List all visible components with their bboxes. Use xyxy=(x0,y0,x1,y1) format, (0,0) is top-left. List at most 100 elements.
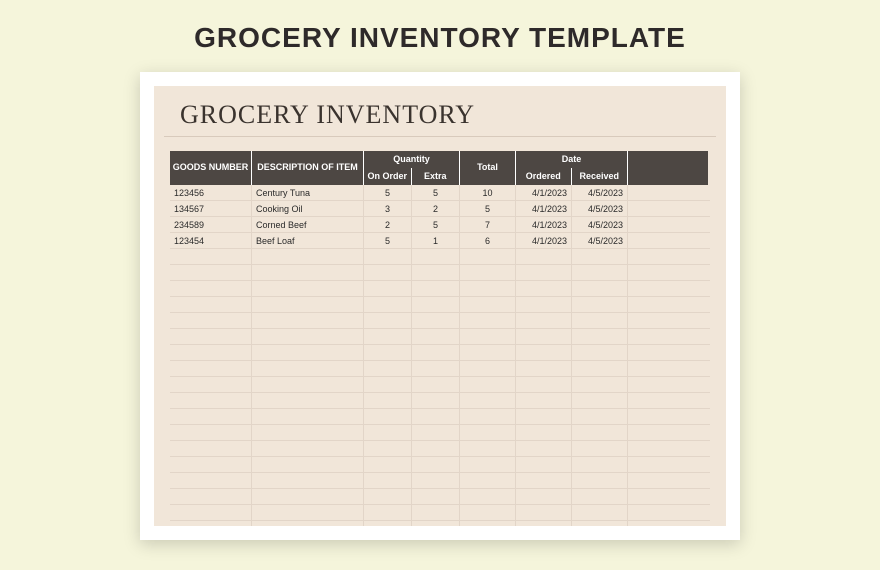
cell-ordered: 4/1/2023 xyxy=(516,201,572,216)
cell-rest xyxy=(628,185,708,200)
cell-description xyxy=(252,345,364,360)
cell-on-order xyxy=(364,361,412,376)
table-row xyxy=(170,361,710,377)
cell-description xyxy=(252,425,364,440)
cell-total xyxy=(460,409,516,424)
cell-total xyxy=(460,313,516,328)
cell-extra xyxy=(412,441,460,456)
table-row: 234589Corned Beef2574/1/20234/5/2023 xyxy=(170,217,710,233)
cell-extra xyxy=(412,473,460,488)
col-quantity: Quantity xyxy=(364,151,459,168)
table-row: 123456Century Tuna55104/1/20234/5/2023 xyxy=(170,185,710,201)
cell-rest xyxy=(628,361,708,376)
col-quantity-group: Quantity On Order Extra xyxy=(364,151,460,185)
col-goods-number: GOODS NUMBER xyxy=(170,151,252,185)
cell-description xyxy=(252,409,364,424)
cell-ordered xyxy=(516,265,572,280)
table-row xyxy=(170,297,710,313)
cell-goods-number xyxy=(170,329,252,344)
col-date: Date xyxy=(516,151,627,168)
col-extra: Extra xyxy=(412,168,460,185)
table-row xyxy=(170,441,710,457)
cell-extra xyxy=(412,457,460,472)
cell-on-order xyxy=(364,377,412,392)
cell-description xyxy=(252,361,364,376)
cell-extra xyxy=(412,409,460,424)
cell-extra xyxy=(412,281,460,296)
cell-received xyxy=(572,457,628,472)
table-row xyxy=(170,281,710,297)
cell-extra xyxy=(412,297,460,312)
cell-on-order xyxy=(364,425,412,440)
cell-ordered xyxy=(516,521,572,526)
cell-goods-number xyxy=(170,441,252,456)
cell-on-order: 2 xyxy=(364,217,412,232)
table-row xyxy=(170,249,710,265)
cell-on-order xyxy=(364,457,412,472)
cell-goods-number xyxy=(170,393,252,408)
cell-extra xyxy=(412,265,460,280)
cell-goods-number: 123454 xyxy=(170,233,252,248)
cell-rest xyxy=(628,521,708,526)
cell-ordered xyxy=(516,345,572,360)
cell-received xyxy=(572,361,628,376)
cell-goods-number xyxy=(170,457,252,472)
cell-ordered xyxy=(516,249,572,264)
cell-rest xyxy=(628,425,708,440)
cell-description xyxy=(252,313,364,328)
cell-on-order: 5 xyxy=(364,233,412,248)
cell-rest xyxy=(628,233,708,248)
cell-description xyxy=(252,457,364,472)
cell-received xyxy=(572,329,628,344)
cell-on-order xyxy=(364,265,412,280)
cell-goods-number xyxy=(170,249,252,264)
cell-extra xyxy=(412,521,460,526)
cell-received xyxy=(572,393,628,408)
cell-rest xyxy=(628,249,708,264)
cell-goods-number: 134567 xyxy=(170,201,252,216)
table-row xyxy=(170,473,710,489)
cell-total: 5 xyxy=(460,201,516,216)
table-row xyxy=(170,409,710,425)
cell-rest xyxy=(628,281,708,296)
table-row xyxy=(170,313,710,329)
cell-rest xyxy=(628,489,708,504)
cell-received xyxy=(572,489,628,504)
cell-description xyxy=(252,249,364,264)
cell-ordered xyxy=(516,441,572,456)
cell-on-order xyxy=(364,409,412,424)
cell-received xyxy=(572,313,628,328)
cell-total xyxy=(460,297,516,312)
cell-received xyxy=(572,521,628,526)
table-row xyxy=(170,265,710,281)
table-header: GOODS NUMBER DESCRIPTION OF ITEM Quantit… xyxy=(170,151,710,185)
cell-ordered: 4/1/2023 xyxy=(516,233,572,248)
cell-total xyxy=(460,521,516,526)
cell-on-order xyxy=(364,505,412,520)
cell-rest xyxy=(628,393,708,408)
cell-description xyxy=(252,297,364,312)
cell-on-order xyxy=(364,249,412,264)
cell-on-order xyxy=(364,393,412,408)
cell-received xyxy=(572,505,628,520)
cell-description: Cooking Oil xyxy=(252,201,364,216)
cell-goods-number xyxy=(170,409,252,424)
table-row xyxy=(170,393,710,409)
cell-received: 4/5/2023 xyxy=(572,201,628,216)
cell-extra: 1 xyxy=(412,233,460,248)
cell-goods-number xyxy=(170,489,252,504)
cell-ordered xyxy=(516,361,572,376)
cell-received xyxy=(572,345,628,360)
cell-goods-number xyxy=(170,297,252,312)
cell-on-order xyxy=(364,489,412,504)
cell-description: Corned Beef xyxy=(252,217,364,232)
cell-on-order xyxy=(364,441,412,456)
table-row xyxy=(170,425,710,441)
cell-total xyxy=(460,281,516,296)
cell-rest xyxy=(628,473,708,488)
table-row xyxy=(170,505,710,521)
cell-ordered xyxy=(516,393,572,408)
cell-extra: 2 xyxy=(412,201,460,216)
cell-ordered xyxy=(516,425,572,440)
cell-total xyxy=(460,249,516,264)
